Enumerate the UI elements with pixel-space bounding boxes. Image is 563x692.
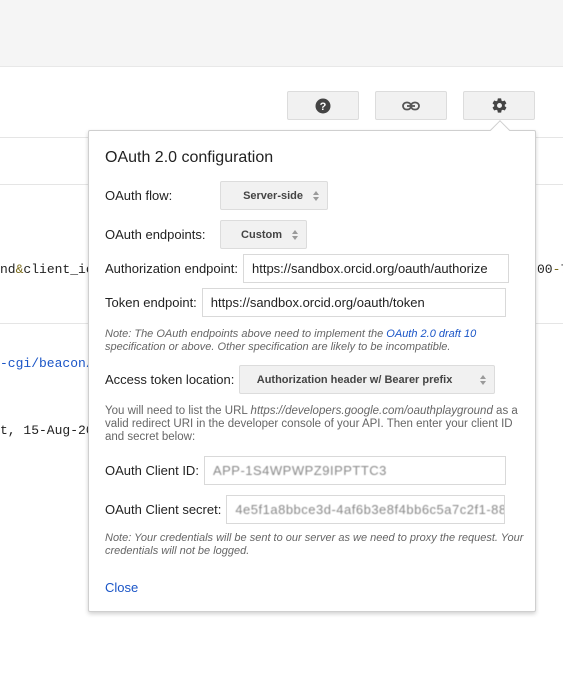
close-button[interactable]: Close — [105, 580, 138, 595]
token-location-select[interactable]: Authorization header w/ Bearer prefix — [239, 365, 496, 394]
client-id-row: OAuth Client ID: APP-1S4WPWPZ9IPPTTC3 — [105, 456, 506, 485]
auth-endpoint-row: Authorization endpoint: https://sandbox.… — [105, 254, 509, 283]
client-id-value: APP-1S4WPWPZ9IPPTTC3 — [212, 463, 387, 478]
token-endpoint-input[interactable]: https://sandbox.orcid.org/oauth/token — [201, 288, 506, 317]
background-code-link[interactable]: -cgi/beacon/ — [0, 356, 94, 372]
question-circle-icon: ? — [315, 98, 331, 113]
gear-icon — [492, 98, 506, 113]
popup-arrow — [490, 120, 510, 140]
svg-text:?: ? — [320, 101, 327, 113]
oauth-flow-select[interactable]: Server-side — [220, 181, 328, 210]
top-header-bar — [0, 0, 563, 67]
oauth-endpoints-select[interactable]: Custom — [220, 220, 307, 249]
token-location-row: Access token location: Authorization hea… — [105, 365, 496, 394]
token-location-label: Access token location: — [105, 372, 235, 387]
auth-endpoint-label: Authorization endpoint: — [105, 261, 238, 276]
select-spinner-icon — [313, 190, 319, 201]
endpoint-note: Note: The OAuth endpoints above need to … — [105, 328, 477, 353]
auth-endpoint-input[interactable]: https://sandbox.orcid.org/oauth/authoriz… — [242, 254, 509, 283]
select-spinner-icon — [480, 374, 487, 385]
client-secret-input[interactable]: 4e5f1a8bbce3d-4af6b3e8f4bb6c5a7c2f1-88b5… — [226, 495, 506, 524]
oauth-draft-link[interactable]: OAuth 2.0 draft 10 — [386, 328, 476, 340]
token-endpoint-row: Token endpoint: https://sandbox.orcid.or… — [105, 288, 506, 317]
credentials-note: Note: Your credentials will be sent to o… — [105, 532, 524, 557]
oauth-config-popup: OAuth 2.0 configuration OAuth flow: Serv… — [88, 120, 536, 612]
oauth-flow-label: OAuth flow: — [105, 188, 173, 203]
client-secret-row: OAuth Client secret: 4e5f1a8bbce3d-4af6b… — [105, 495, 506, 524]
oauth-endpoints-value: Custom — [241, 228, 282, 241]
client-id-input[interactable]: APP-1S4WPWPZ9IPPTTC3 — [203, 456, 506, 485]
redirect-info: You will need to list the URL https://de… — [105, 405, 518, 443]
background-code-line: nd&client_ic — [0, 262, 94, 277]
oauth-endpoints-label: OAuth endpoints: — [105, 227, 206, 242]
client-secret-value: 4e5f1a8bbce3d-4af6b3e8f4bb6c5a7c2f1-88b5… — [235, 502, 506, 517]
client-id-label: OAuth Client ID: — [105, 463, 199, 478]
link-button[interactable] — [375, 91, 447, 120]
token-endpoint-label: Token endpoint: — [105, 295, 197, 310]
select-spinner-icon — [292, 229, 298, 240]
redirect-url: https://developers.google.com/oauthplayg… — [250, 405, 493, 417]
background-code-line: t, 15-Aug-20 — [0, 423, 94, 438]
popup-title: OAuth 2.0 configuration — [105, 149, 274, 166]
settings-button[interactable] — [463, 91, 535, 120]
help-button[interactable]: ? — [287, 91, 359, 120]
oauth-flow-row: OAuth flow: Server-side — [105, 181, 328, 210]
link-icon — [402, 101, 420, 110]
oauth-flow-value: Server-side — [243, 189, 303, 202]
token-location-value: Authorization header w/ Bearer prefix — [256, 373, 453, 386]
oauth-endpoints-row: OAuth endpoints: Custom — [105, 220, 307, 249]
background-code-line-right: 00-7 — [537, 262, 563, 277]
client-secret-label: OAuth Client secret: — [105, 502, 222, 517]
